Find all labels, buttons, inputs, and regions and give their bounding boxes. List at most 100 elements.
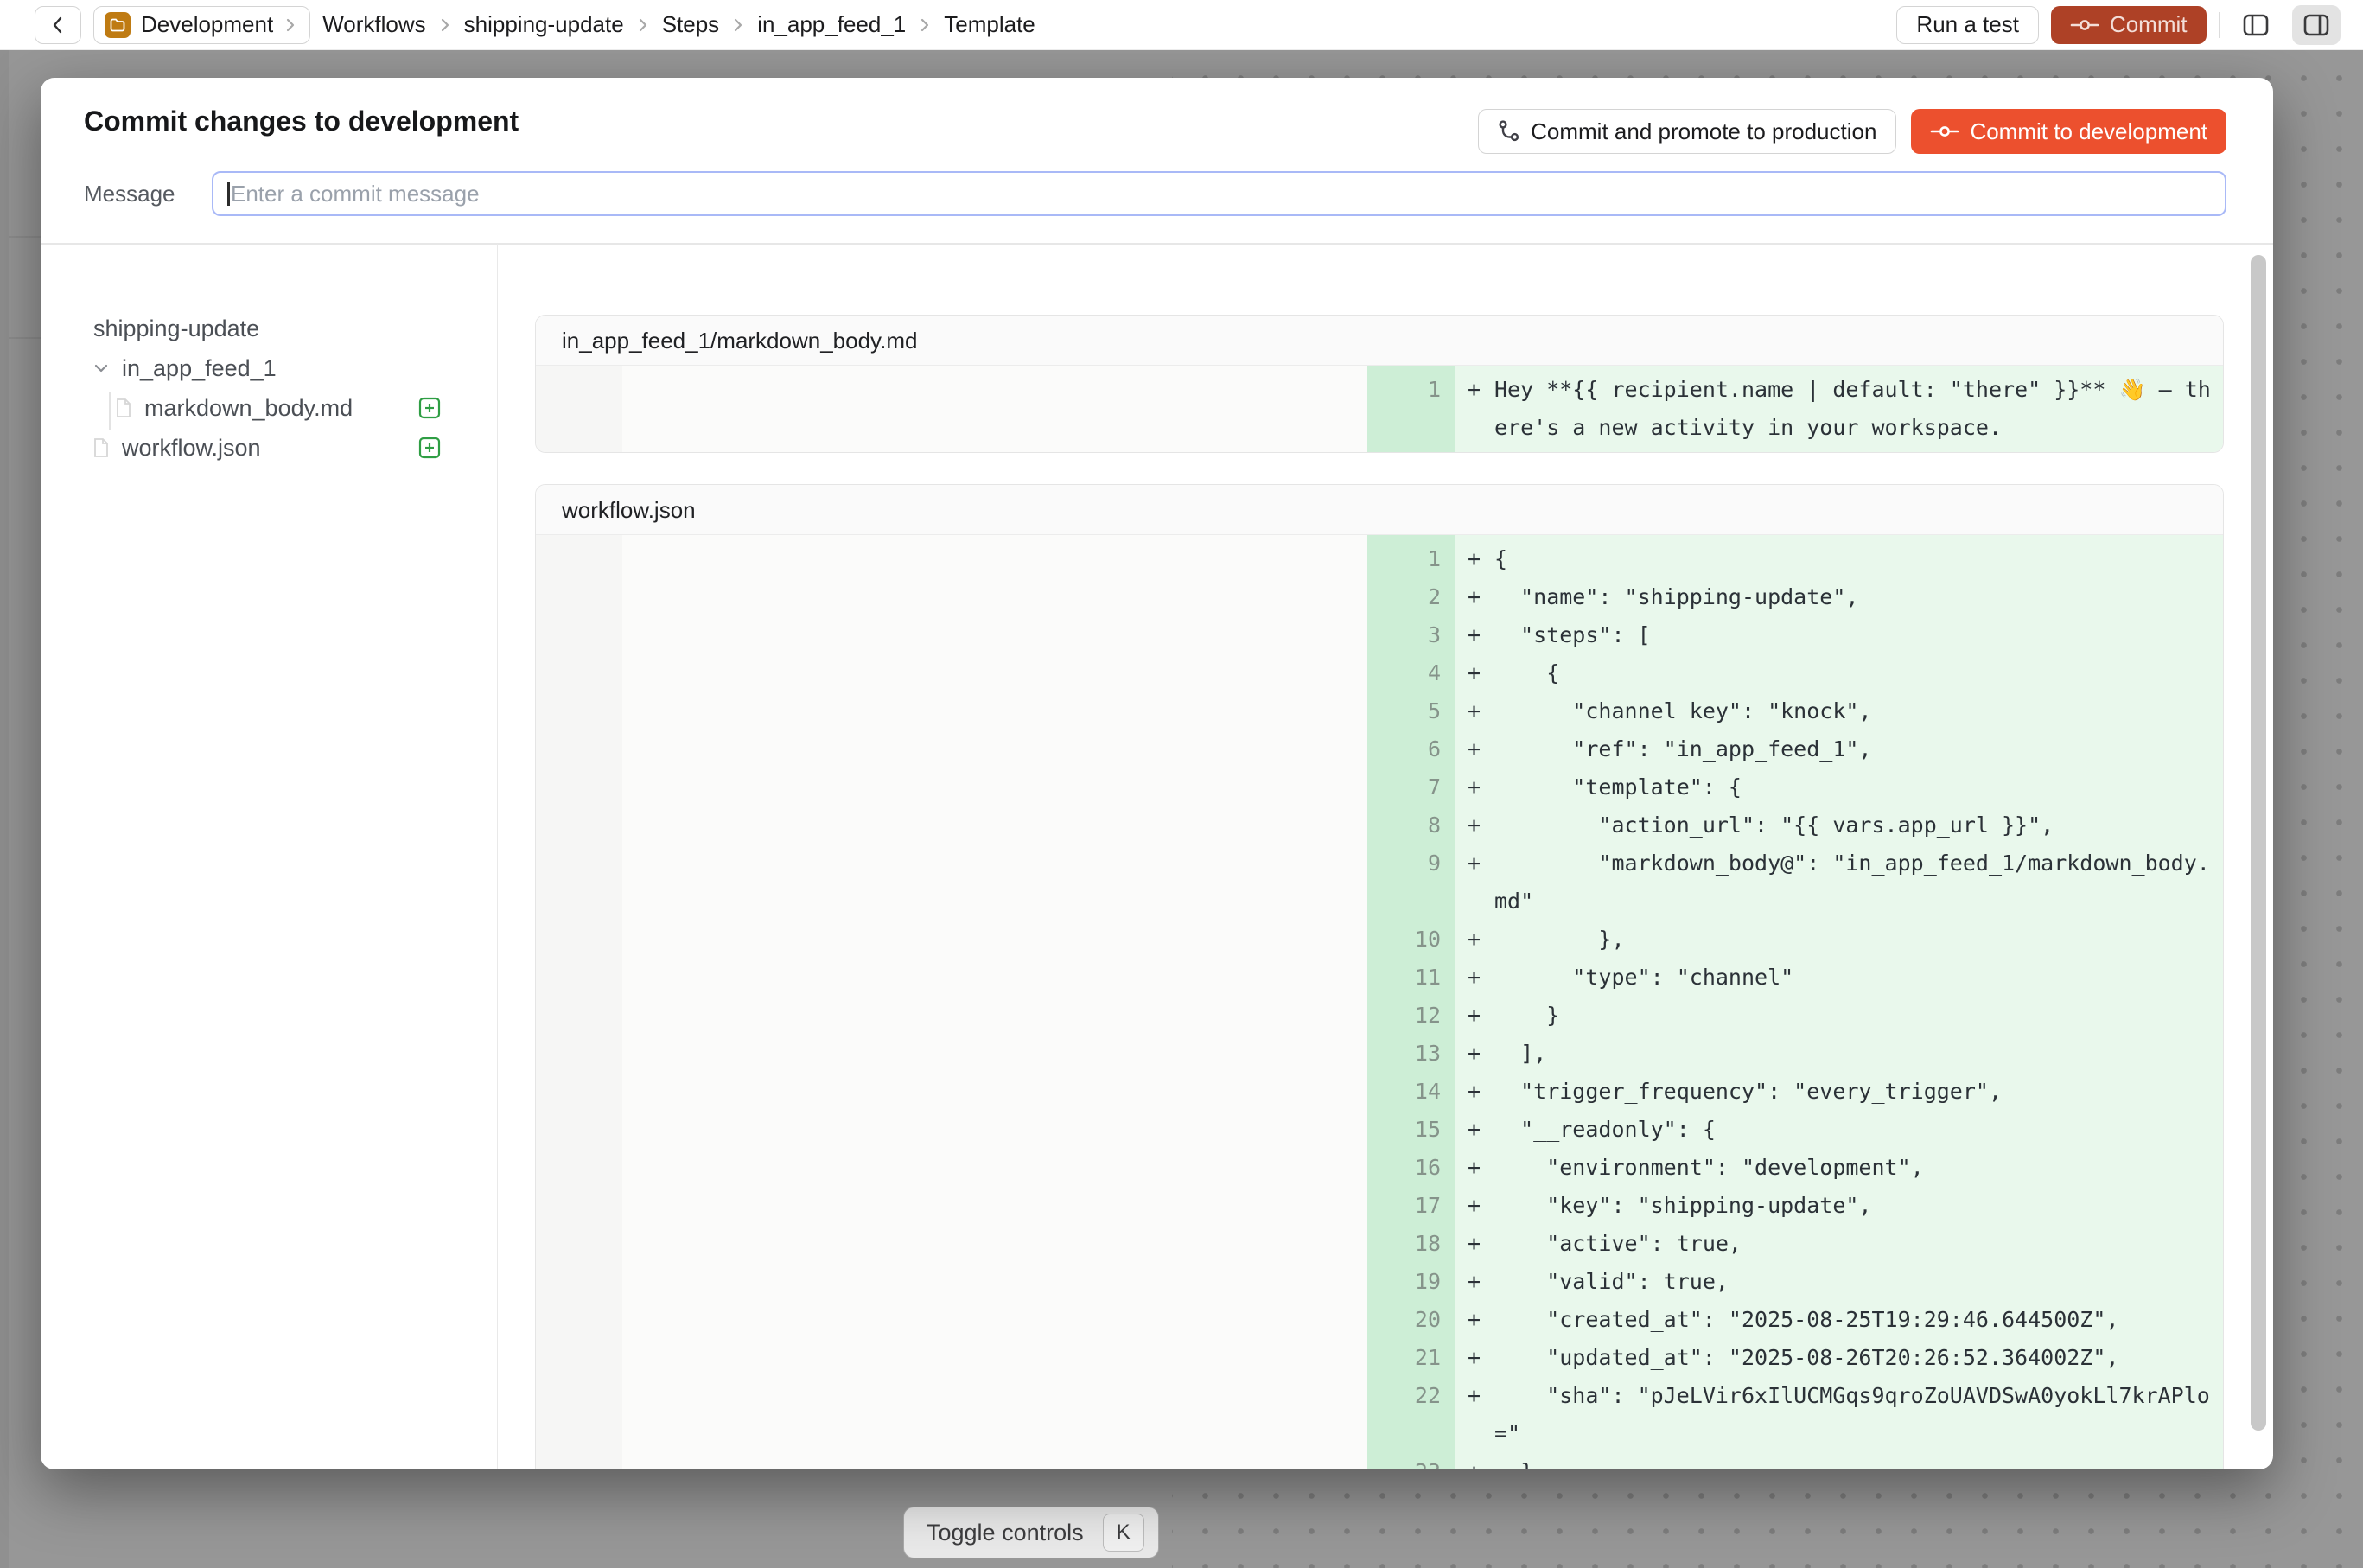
old-code xyxy=(622,883,1367,921)
commit-to-development-button[interactable]: Commit to development xyxy=(1911,109,2226,154)
diff-sign: + xyxy=(1468,806,1481,845)
diff-sign: + xyxy=(1468,1301,1481,1339)
new-code: + { xyxy=(1455,654,2223,692)
old-code xyxy=(622,1225,1367,1263)
diff-sign: + xyxy=(1468,371,1481,409)
diff-sign: + xyxy=(1468,692,1481,730)
diff-sign: + xyxy=(1468,1339,1481,1377)
modal-actions: Commit and promote to production Commit … xyxy=(1478,109,2226,154)
tree-root-label: shipping-update xyxy=(93,316,259,342)
commit-modal: Commit changes to development Commit and… xyxy=(41,78,2273,1469)
new-code: + "active": true, xyxy=(1455,1225,2223,1263)
diff-body: 1+Hey **{{ recipient.name | default: "th… xyxy=(536,366,2223,452)
environment-folder-icon xyxy=(105,12,131,38)
old-code xyxy=(622,1453,1367,1469)
old-code xyxy=(622,921,1367,959)
diff-scroll-area[interactable]: in_app_feed_1/markdown_body.md 1+Hey **{… xyxy=(500,244,2273,1469)
diff-sign: + xyxy=(1468,1111,1481,1149)
diff-row-added: 12+ } xyxy=(536,997,2223,1035)
diff-row-added: 7+ "template": { xyxy=(536,768,2223,806)
environment-switcher[interactable]: Development xyxy=(93,6,310,44)
commit-message-input[interactable] xyxy=(212,171,2226,216)
toggle-left-panel-button[interactable] xyxy=(2232,5,2280,45)
old-gutter xyxy=(536,921,622,959)
background-panel-edge xyxy=(0,50,9,1568)
line-number xyxy=(1367,1415,1455,1453)
old-code xyxy=(622,845,1367,883)
diff-row-added: 1+{ xyxy=(536,540,2223,578)
old-gutter xyxy=(536,616,622,654)
old-gutter xyxy=(536,883,622,921)
new-code: + ], xyxy=(1455,1035,2223,1073)
line-number: 1 xyxy=(1367,540,1455,578)
old-code xyxy=(622,1073,1367,1111)
diff-row-added: 14+ "trigger_frequency": "every_trigger"… xyxy=(536,1073,2223,1111)
diff-row-added: 18+ "active": true, xyxy=(536,1225,2223,1263)
diff-row-added: 5+ "channel_key": "knock", xyxy=(536,692,2223,730)
toolbar-divider xyxy=(2219,12,2220,38)
line-number: 1 xyxy=(1367,371,1455,409)
text-caret xyxy=(227,182,230,206)
new-code: + "type": "channel" xyxy=(1455,959,2223,997)
new-code: + "name": "shipping-update", xyxy=(1455,578,2223,616)
tree-group-label: in_app_feed_1 xyxy=(122,355,277,382)
run-a-test-button[interactable]: Run a test xyxy=(1896,6,2039,44)
commit-icon xyxy=(1930,124,1959,139)
new-code: + "markdown_body@": "in_app_feed_1/markd… xyxy=(1455,845,2223,883)
line-number: 10 xyxy=(1367,921,1455,959)
tree-group-step[interactable]: in_app_feed_1 xyxy=(92,348,277,388)
diff-row-added: 10+ }, xyxy=(536,921,2223,959)
code-text: "ref": "in_app_feed_1", xyxy=(1494,736,1872,762)
breadcrumb-workflow-key[interactable]: shipping-update xyxy=(464,11,624,38)
old-gutter xyxy=(536,1035,622,1073)
breadcrumb-step[interactable]: in_app_feed_1 xyxy=(757,11,906,38)
code-text: "name": "shipping-update", xyxy=(1494,584,1858,609)
diff-row-added: 8+ "action_url": "{{ vars.app_url }}", xyxy=(536,806,2223,845)
code-text: "action_url": "{{ vars.app_url }}", xyxy=(1494,813,2054,838)
line-number: 9 xyxy=(1367,845,1455,883)
diff-row-added: 4+ { xyxy=(536,654,2223,692)
new-code: + "action_url": "{{ vars.app_url }}", xyxy=(1455,806,2223,845)
tree-file-markdown-body[interactable]: markdown_body.md xyxy=(115,388,353,428)
old-gutter xyxy=(536,959,622,997)
breadcrumb-template: Template xyxy=(944,11,1035,38)
line-number: 19 xyxy=(1367,1263,1455,1301)
chevron-right-icon xyxy=(438,16,452,35)
diff-sign: + xyxy=(1468,540,1481,578)
toggle-controls-button[interactable]: Toggle controls K xyxy=(903,1507,1159,1558)
back-button[interactable] xyxy=(35,6,81,44)
old-code xyxy=(622,654,1367,692)
tree-file-workflow-json[interactable]: workflow.json xyxy=(92,428,261,468)
line-number: 17 xyxy=(1367,1187,1455,1225)
old-code xyxy=(622,540,1367,578)
diff-sign: + xyxy=(1468,1225,1481,1263)
chevron-down-icon xyxy=(92,360,110,377)
old-gutter xyxy=(536,730,622,768)
old-gutter xyxy=(536,371,622,409)
diff-sign: + xyxy=(1468,1149,1481,1187)
commit-button[interactable]: Commit xyxy=(2051,6,2207,44)
toolbar-actions: Run a test Commit xyxy=(1896,5,2341,45)
tree-file-label: markdown_body.md xyxy=(144,395,353,422)
code-text: "updated_at": "2025-08-26T20:26:52.36400… xyxy=(1494,1345,2118,1370)
toggle-right-panel-button[interactable] xyxy=(2292,5,2341,45)
code-text: "environment": "development", xyxy=(1494,1155,1924,1180)
diff-sign: + xyxy=(1468,768,1481,806)
diff-sign: + xyxy=(1468,616,1481,654)
diff-panel-markdown-body: in_app_feed_1/markdown_body.md 1+Hey **{… xyxy=(535,315,2224,453)
code-text: "created_at": "2025-08-25T19:29:46.64450… xyxy=(1494,1307,2118,1332)
tree-root-workflow[interactable]: shipping-update xyxy=(93,309,259,348)
line-number: 22 xyxy=(1367,1377,1455,1415)
diff-row-added: 6+ "ref": "in_app_feed_1", xyxy=(536,730,2223,768)
commit-and-promote-button[interactable]: Commit and promote to production xyxy=(1478,109,1896,154)
diff-sign: + xyxy=(1468,997,1481,1035)
scrollbar-thumb[interactable] xyxy=(2251,255,2266,1431)
code-text: "channel_key": "knock", xyxy=(1494,698,1872,723)
breadcrumb-workflows[interactable]: Workflows xyxy=(322,11,425,38)
breadcrumb-steps[interactable]: Steps xyxy=(662,11,720,38)
diff-row-continuation: md" xyxy=(536,883,2223,921)
old-gutter xyxy=(536,578,622,616)
diff-row-added: 13+ ], xyxy=(536,1035,2223,1073)
line-number: 14 xyxy=(1367,1073,1455,1111)
old-gutter xyxy=(536,845,622,883)
